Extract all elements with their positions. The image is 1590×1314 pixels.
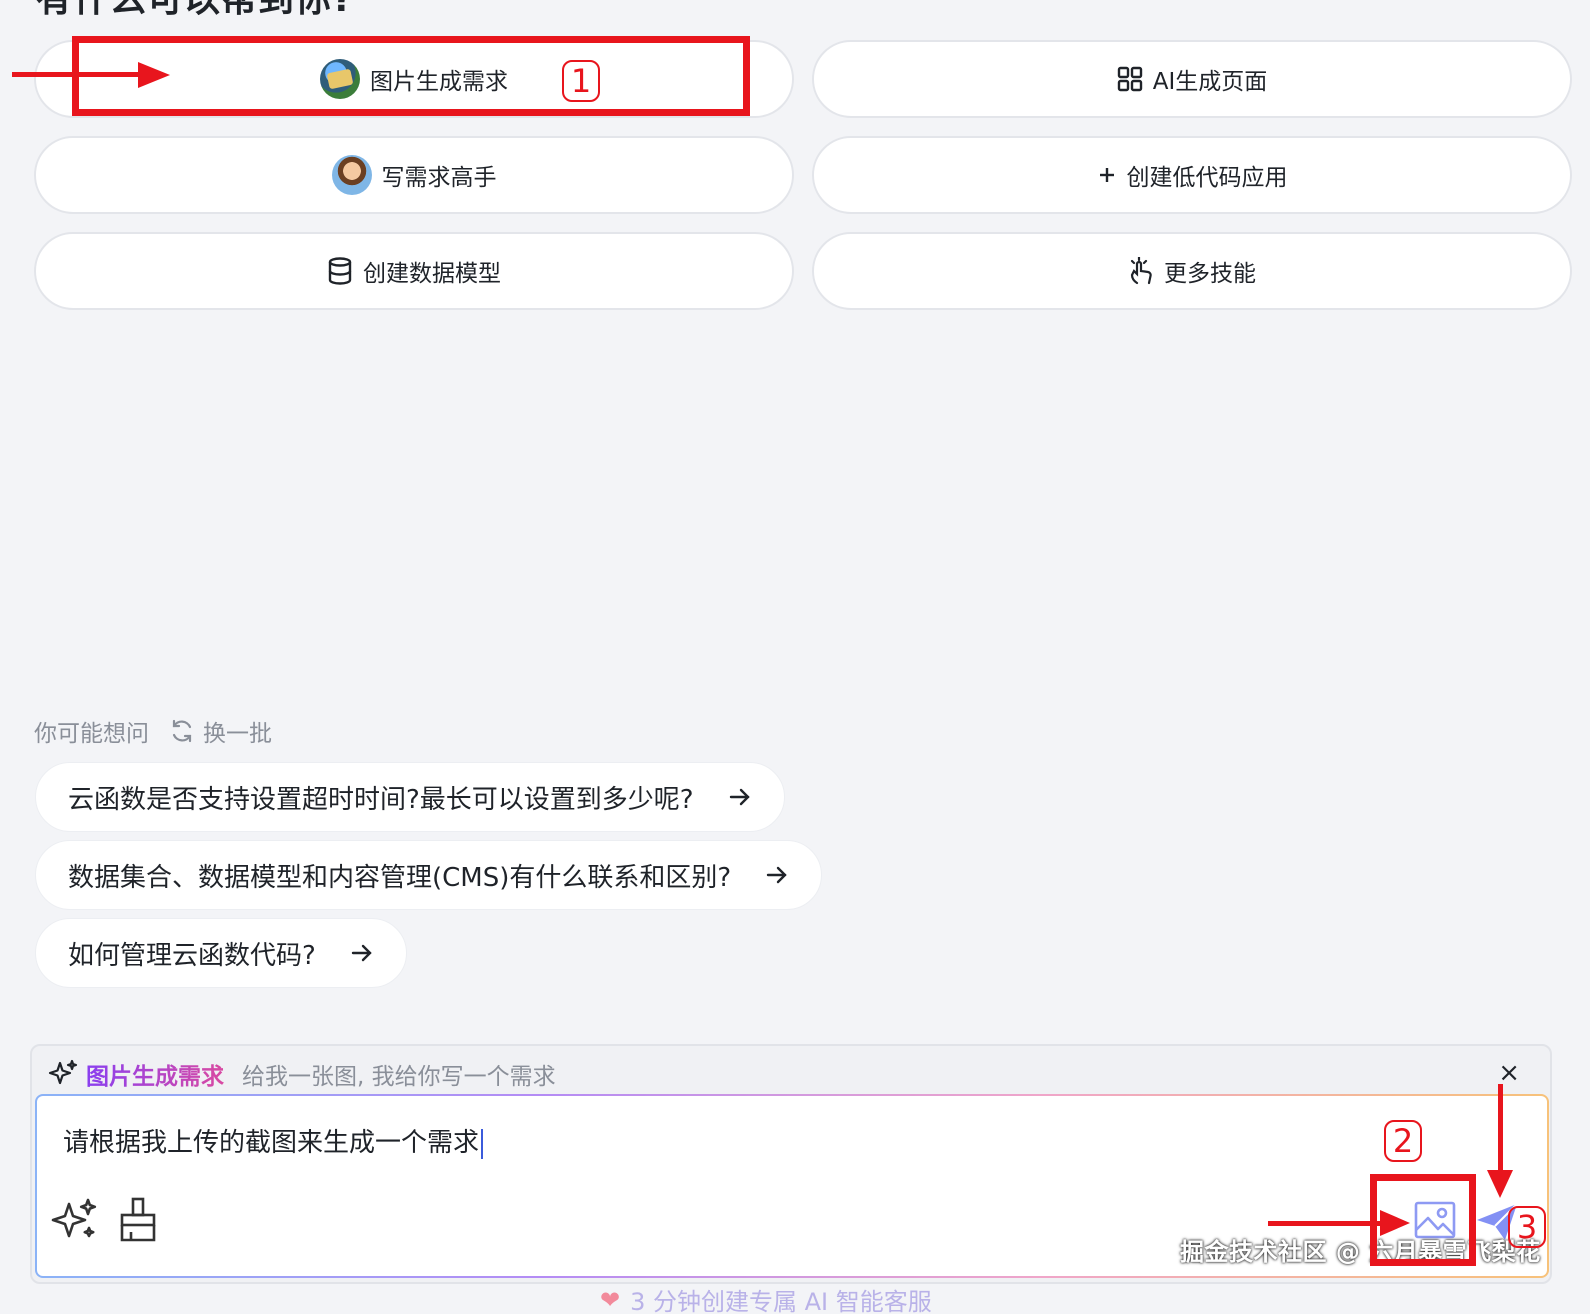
footer-hint-text: 3 分钟创建专属 AI 智能客服 [630, 1288, 932, 1314]
arrowhead-right-icon [138, 62, 170, 88]
skill-label: 创建数据模型 [363, 261, 501, 287]
footer-hint[interactable]: ❤ 3 分钟创建专属 AI 智能客服 [600, 1282, 932, 1314]
skill-more-button[interactable]: 更多技能 [812, 232, 1572, 310]
annotation-number-1: 1 [562, 60, 600, 102]
skill-label: 更多技能 [1164, 261, 1256, 287]
refresh-label: 换一批 [203, 721, 272, 747]
arrow-right-icon [350, 941, 374, 965]
suggestion-chip[interactable]: 云函数是否支持设置超时时间?最长可以设置到多少呢? [35, 762, 785, 832]
brush-icon [120, 1197, 156, 1242]
watermark: 掘金技术社区 @ 六月暴雪飞梨花 [1180, 1238, 1541, 1266]
ai-enhance-button[interactable] [51, 1196, 99, 1248]
clear-brush-button[interactable] [117, 1196, 161, 1248]
skill-lowcode-app-button[interactable]: 创建低代码应用 [812, 136, 1572, 214]
skill-ai-page-button[interactable]: AI生成页面 [812, 40, 1572, 118]
sparkle-icon [48, 1059, 78, 1085]
annotation-arrow-2 [1268, 1221, 1386, 1226]
skill-requirement-writer-button[interactable]: 写需求高手 [34, 136, 794, 214]
composer-skill-desc: 给我一张图, 我给你写一个需求 [242, 1064, 556, 1090]
arrowhead-right-icon [1380, 1210, 1410, 1236]
page-title: 有什么可以帮到你? [36, 0, 354, 22]
composer-skill-tag: 图片生成需求 [86, 1057, 224, 1091]
pointer-hand-icon [1128, 257, 1154, 285]
annotation-number-2: 2 [1384, 1120, 1422, 1162]
heart-icon: ❤ [600, 1285, 621, 1314]
suggestion-text: 云函数是否支持设置超时时间?最长可以设置到多少呢? [68, 784, 694, 815]
arrow-right-icon [765, 863, 789, 887]
refresh-icon [172, 719, 192, 743]
database-icon [327, 257, 353, 285]
suggestion-text: 如何管理云函数代码? [68, 940, 316, 971]
arrowhead-down-icon [1487, 1170, 1513, 1198]
skill-label: 写需求高手 [381, 165, 497, 191]
close-skill-button[interactable]: × [1498, 1060, 1520, 1086]
plus-icon [1097, 165, 1117, 185]
annotation-box-1 [72, 36, 750, 116]
annotation-arrow-1 [12, 72, 152, 77]
sparkle-icon [51, 1198, 97, 1238]
kid-avatar-icon [331, 155, 372, 195]
composer-skill-bar: 图片生成需求 给我一张图, 我给你写一个需求 [48, 1054, 556, 1094]
suggestion-text: 数据集合、数据模型和内容管理(CMS)有什么联系和区别? [68, 862, 732, 893]
annotation-number-3: 3 [1508, 1206, 1546, 1248]
suggestions-title: 你可能想问 [34, 721, 149, 747]
refresh-button[interactable]: 换一批 [169, 714, 272, 748]
arrow-right-icon [728, 785, 752, 809]
skill-label: AI生成页面 [1152, 69, 1268, 95]
suggestion-chip[interactable]: 如何管理云函数代码? [35, 918, 407, 988]
suggestion-chip[interactable]: 数据集合、数据模型和内容管理(CMS)有什么联系和区别? [35, 840, 823, 910]
suggestions-header: 你可能想问 换一批 [34, 714, 272, 748]
skill-label: 创建低代码应用 [1126, 165, 1288, 191]
message-input-text[interactable]: 请根据我上传的截图来生成一个需求 [63, 1122, 484, 1159]
grid-icon [1117, 66, 1143, 92]
skill-data-model-button[interactable]: 创建数据模型 [34, 232, 794, 310]
annotation-arrow-3 [1498, 1084, 1503, 1176]
